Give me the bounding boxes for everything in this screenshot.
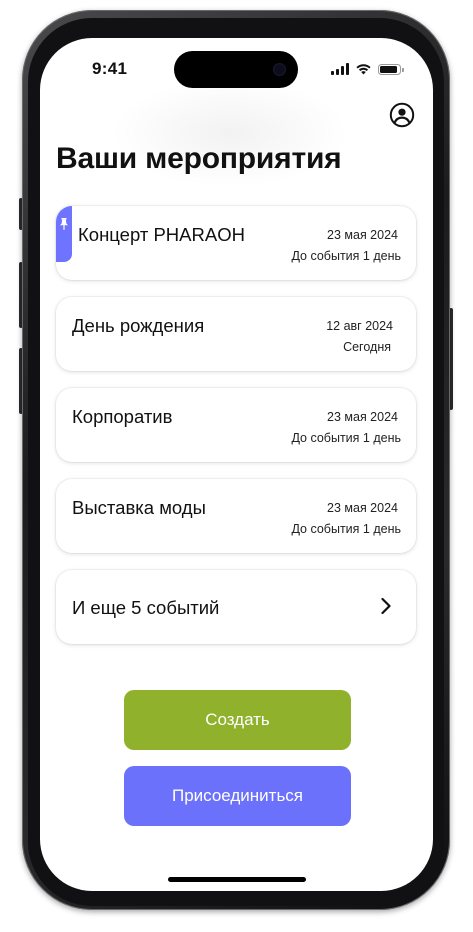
event-card-corporate[interactable]: Корпоратив 23 мая 2024 До события 1 день xyxy=(56,388,416,462)
user-circle-icon xyxy=(389,102,415,128)
profile-button[interactable] xyxy=(389,102,415,128)
pin-marker xyxy=(56,206,72,262)
event-countdown: Сегодня xyxy=(343,340,391,354)
dynamic-island xyxy=(174,51,298,88)
wifi-icon xyxy=(356,64,371,75)
device-mockup: 9:41 Ваши мероприятия Концерт PHARAOH 23… xyxy=(0,0,473,932)
home-indicator[interactable] xyxy=(168,877,306,882)
event-title: Корпоратив xyxy=(72,406,173,427)
battery-icon xyxy=(378,63,404,75)
front-camera-icon xyxy=(273,63,286,76)
status-icons xyxy=(331,63,404,75)
event-card-fashion[interactable]: Выставка моды 23 мая 2024 До события 1 д… xyxy=(56,479,416,553)
event-countdown: До события 1 день xyxy=(291,431,401,445)
event-card-birthday[interactable]: День рождения 12 авг 2024 Сегодня xyxy=(56,297,416,371)
event-title: День рождения xyxy=(72,315,205,336)
status-time: 9:41 xyxy=(92,59,128,78)
event-countdown: До события 1 день xyxy=(291,249,401,263)
more-events-row[interactable]: И еще 5 событий xyxy=(56,570,416,644)
event-date: 23 мая 2024 xyxy=(327,228,398,242)
pin-icon xyxy=(60,218,68,230)
create-button[interactable]: Создать xyxy=(124,690,351,750)
more-events-label: И еще 5 событий xyxy=(72,597,220,618)
event-date: 23 мая 2024 xyxy=(327,410,398,424)
event-date: 12 авг 2024 xyxy=(326,319,393,333)
page-title: Ваши мероприятия xyxy=(56,142,342,175)
event-card-concert[interactable]: Концерт PHARAOH 23 мая 2024 До события 1… xyxy=(56,206,416,280)
chevron-right-icon xyxy=(381,597,391,615)
join-button[interactable]: Присоединиться xyxy=(124,766,351,826)
cellular-signal-icon xyxy=(331,63,349,75)
event-countdown: До события 1 день xyxy=(291,522,401,536)
app-screen: 9:41 Ваши мероприятия Концерт PHARAOH 23… xyxy=(40,38,433,891)
event-title: Концерт PHARAOH xyxy=(78,224,245,245)
event-date: 23 мая 2024 xyxy=(327,501,398,515)
event-title: Выставка моды xyxy=(72,497,206,518)
